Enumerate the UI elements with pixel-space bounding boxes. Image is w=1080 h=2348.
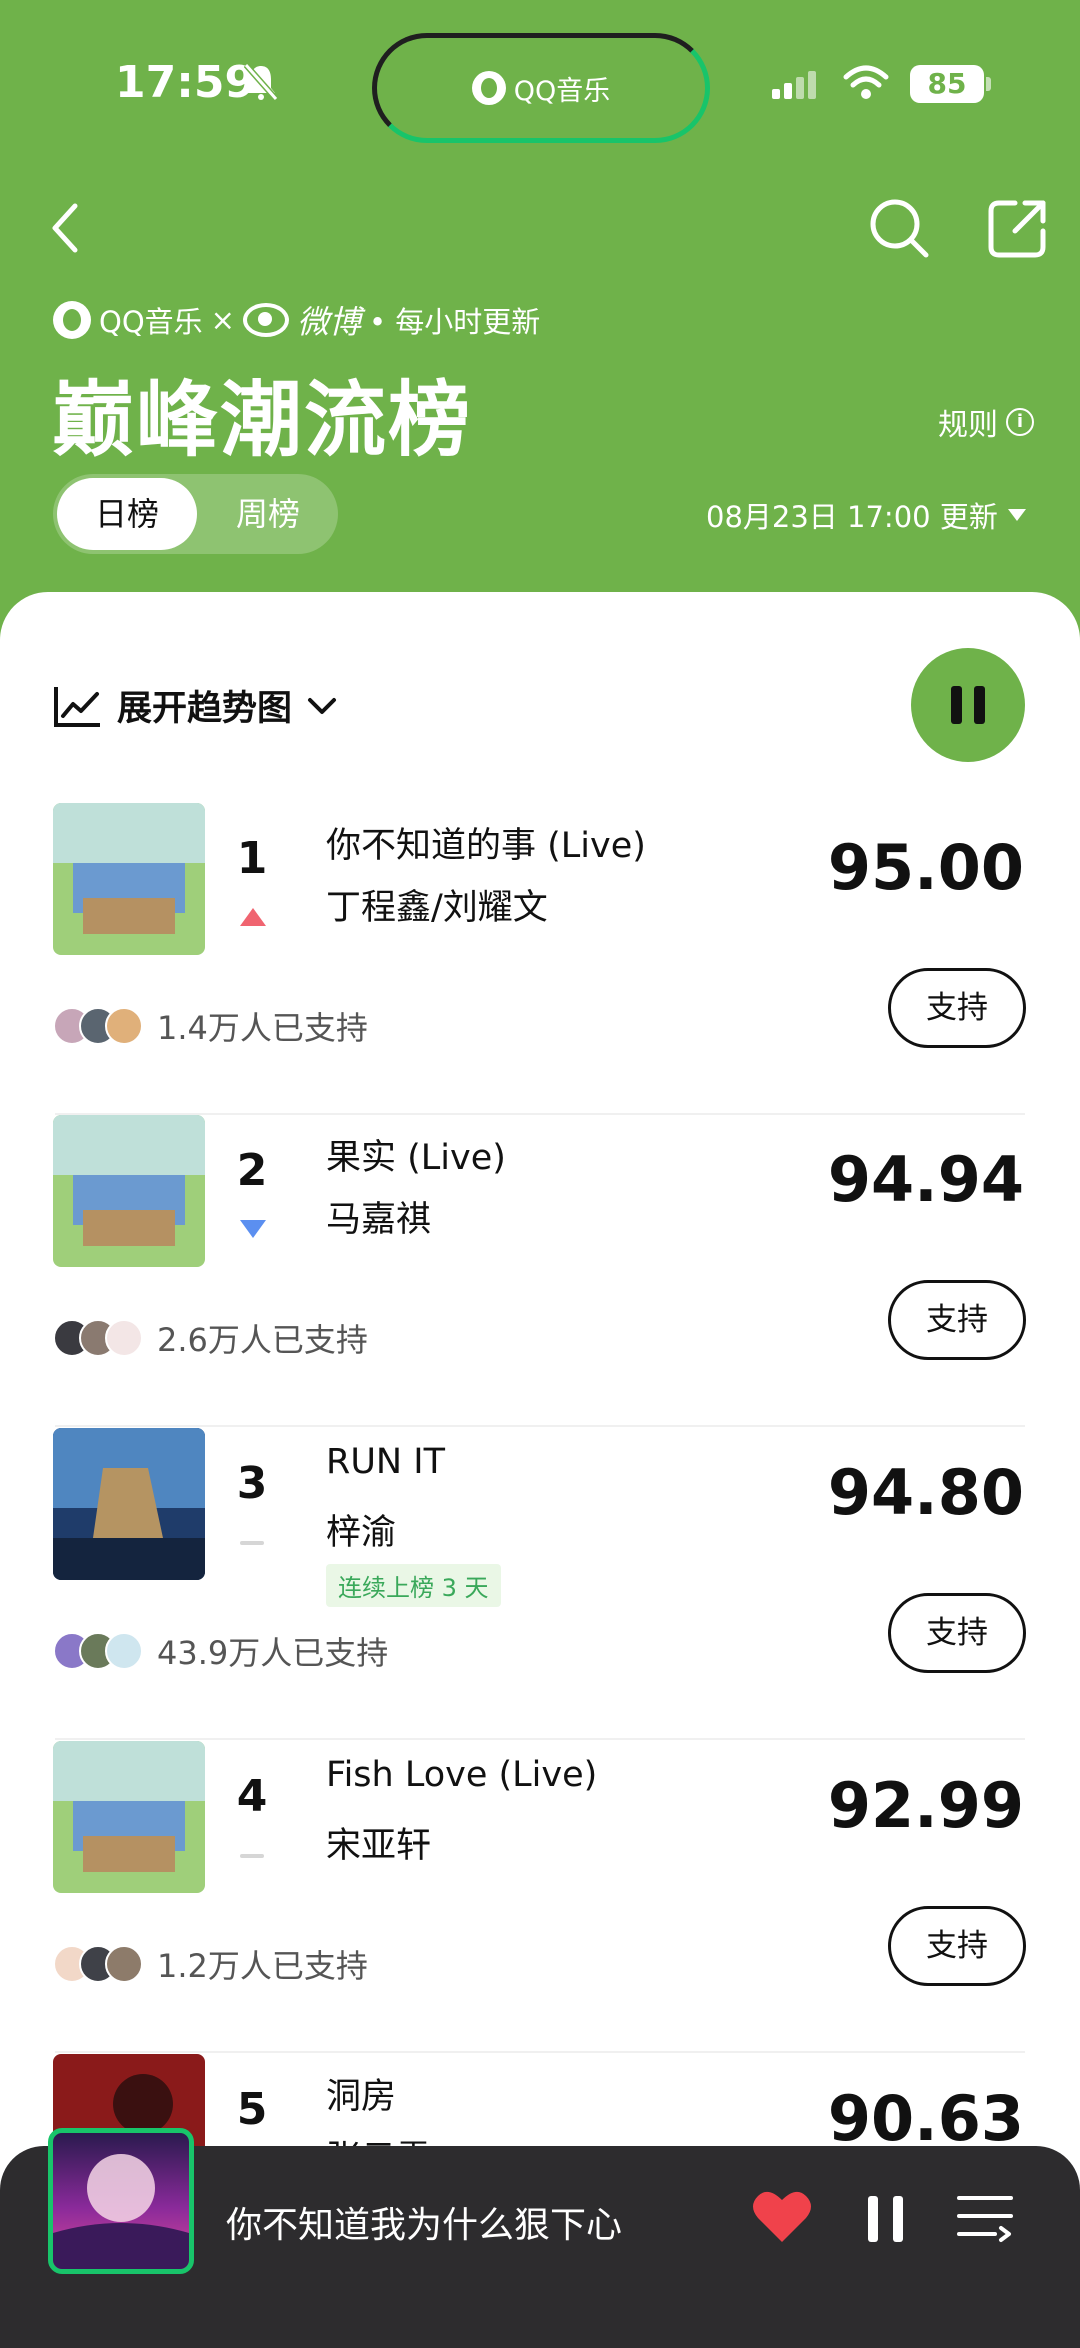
- album-cover: [53, 803, 205, 955]
- heart-like-icon[interactable]: [752, 2188, 812, 2246]
- rank-unchanged-icon: [240, 1846, 266, 1866]
- status-time: 17:59: [115, 57, 256, 108]
- supporter-count: 1.2万人已支持: [157, 1947, 368, 1985]
- rules-label: 规则: [938, 408, 998, 443]
- album-cover: [53, 1741, 205, 1893]
- support-info: 1.2万人已支持: [53, 1943, 368, 1985]
- supporter-avatars: [53, 1945, 143, 1983]
- song-score: 95.00: [827, 831, 1024, 904]
- rank-number: 3: [236, 1458, 268, 1509]
- supporter-avatars: [53, 1632, 143, 1670]
- brand-cross: ×: [210, 303, 235, 337]
- trend-chart-toggle[interactable]: 展开趋势图: [53, 680, 338, 731]
- qq-music-logo-icon: [471, 71, 506, 105]
- cellular-signal-icon: [772, 71, 816, 99]
- song-title: Fish Love (Live): [326, 1755, 598, 1795]
- support-info: 2.6万人已支持: [53, 1317, 368, 1359]
- chart-row[interactable]: 1 你不知道的事 (Live) 丁程鑫/刘耀文 95.00 1.4万人已支持 支…: [0, 803, 1080, 1115]
- song-title: 洞房: [326, 2077, 397, 2117]
- weibo-logo-icon: [242, 303, 289, 337]
- row-divider: [55, 1738, 1025, 1740]
- avatar: [105, 1945, 143, 1983]
- qq-music-logo-icon: [53, 301, 91, 339]
- chart-row[interactable]: 3 RUN IT 梓渝 连续上榜 3 天 94.80 43.9万人已支持 支持: [0, 1428, 1080, 1740]
- rank-number: 1: [236, 833, 268, 884]
- chevron-down-icon: [308, 697, 337, 714]
- song-score: 94.80: [827, 1456, 1024, 1529]
- rules-link[interactable]: 规则 i: [938, 400, 1034, 444]
- info-icon: i: [1006, 408, 1034, 436]
- album-cover: [53, 1428, 205, 1580]
- rank-number: 4: [236, 1771, 268, 1822]
- update-frequency: • 每小时更新: [368, 305, 541, 339]
- supporter-avatars: [53, 1007, 143, 1045]
- song-title: 你不知道的事 (Live): [326, 826, 646, 866]
- status-bar: 17:59 QQ音乐 85: [0, 33, 1080, 143]
- rank-number: 5: [236, 2084, 268, 2135]
- tab-weekly[interactable]: 周榜: [198, 478, 338, 550]
- row-divider: [55, 2051, 1025, 2053]
- avatar: [105, 1319, 143, 1357]
- play-all-pause-button[interactable]: [911, 648, 1025, 762]
- share-icon[interactable]: [985, 195, 1051, 261]
- supporter-count: 1.4万人已支持: [157, 1009, 368, 1047]
- trend-chart-icon: [54, 686, 100, 727]
- chart-row[interactable]: 2 果实 (Live) 马嘉祺 94.94 2.6万人已支持 支持: [0, 1115, 1080, 1427]
- update-time-selector[interactable]: 08月23日 17:00 更新: [706, 494, 1026, 536]
- page-title: 巅峰潮流榜: [52, 373, 473, 468]
- dynamic-island[interactable]: QQ音乐: [372, 33, 710, 143]
- support-button[interactable]: 支持: [888, 1593, 1026, 1673]
- support-button[interactable]: 支持: [888, 968, 1026, 1048]
- supporter-avatars: [53, 1319, 143, 1357]
- support-button[interactable]: 支持: [888, 1280, 1026, 1360]
- chart-header: 17:59 QQ音乐 85 QQ音乐 × 微博 • 每小时更新 巅峰潮流榜 规则…: [0, 0, 1080, 640]
- song-title: 果实 (Live): [326, 1138, 506, 1178]
- album-cover: [53, 1115, 205, 1267]
- caret-down-icon: [1007, 509, 1026, 521]
- avatar: [105, 1632, 143, 1670]
- battery-cap: [986, 77, 991, 91]
- chart-row[interactable]: 4 Fish Love (Live) 宋亚轩 92.99 1.2万人已支持 支持: [0, 1741, 1080, 2053]
- battery-level: 85: [910, 65, 984, 103]
- support-info: 1.4万人已支持: [53, 1005, 368, 1047]
- rank-up-icon: [240, 908, 266, 928]
- rank-number: 2: [236, 1145, 268, 1196]
- now-playing-title: 你不知道我为什么狠下心: [226, 2205, 623, 2246]
- row-divider: [55, 1425, 1025, 1427]
- support-info: 43.9万人已支持: [53, 1630, 388, 1672]
- back-chevron-icon[interactable]: [45, 198, 85, 258]
- song-artist: 马嘉祺: [326, 1200, 432, 1240]
- song-score: 94.94: [827, 1143, 1024, 1216]
- song-artist: 丁程鑫/刘耀文: [326, 888, 548, 928]
- song-title: RUN IT: [326, 1442, 445, 1482]
- brand-qq-label: QQ音乐: [99, 305, 203, 339]
- brand-line: QQ音乐 × 微博 • 每小时更新: [53, 300, 541, 341]
- avatar: [105, 1007, 143, 1045]
- trend-chart-label: 展开趋势图: [117, 689, 293, 729]
- brand-weibo-label: 微博: [296, 303, 361, 341]
- streak-badge: 连续上榜 3 天: [326, 1564, 501, 1607]
- song-artist: 梓渝: [326, 1513, 397, 1553]
- song-score: 92.99: [827, 1769, 1024, 1842]
- song-score: 90.63: [827, 2082, 1024, 2155]
- song-artist: 宋亚轩: [326, 1826, 432, 1866]
- island-app-label: QQ音乐: [513, 75, 611, 107]
- tab-daily[interactable]: 日榜: [57, 478, 197, 550]
- update-time: 08月23日 17:00 更新: [706, 500, 998, 534]
- mini-player[interactable]: 你不知道我为什么狠下心: [0, 2128, 1080, 2348]
- wifi-icon: [843, 65, 889, 99]
- search-icon[interactable]: [866, 195, 932, 261]
- bell-muted-icon: [244, 63, 278, 101]
- supporter-count: 43.9万人已支持: [157, 1634, 389, 1672]
- support-button[interactable]: 支持: [888, 1906, 1026, 1986]
- period-tabs: 日榜 周榜: [53, 474, 338, 554]
- supporter-count: 2.6万人已支持: [157, 1321, 368, 1359]
- rank-unchanged-icon: [240, 1533, 266, 1553]
- playlist-icon[interactable]: [955, 2190, 1015, 2246]
- rank-down-icon: [240, 1220, 266, 1240]
- now-playing-artwork: [53, 2154, 189, 2269]
- now-playing-cover[interactable]: [48, 2128, 194, 2274]
